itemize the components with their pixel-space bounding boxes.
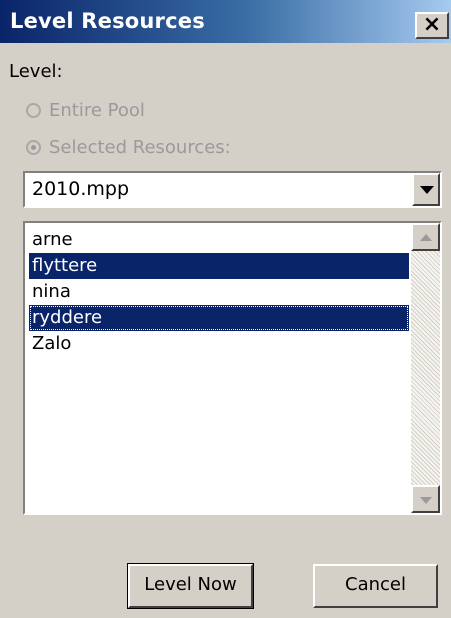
close-button[interactable]: × bbox=[415, 12, 449, 39]
scroll-up-button[interactable] bbox=[411, 223, 440, 251]
level-label: Level: bbox=[9, 61, 63, 82]
radio-selected-resources-label: Selected Resources: bbox=[49, 136, 231, 158]
title-bar: Level Resources × bbox=[0, 0, 451, 43]
project-dropdown[interactable]: 2010.mpp bbox=[23, 171, 442, 208]
dropdown-button[interactable] bbox=[412, 173, 440, 206]
window-title: Level Resources bbox=[10, 9, 205, 33]
list-item[interactable]: Zalo bbox=[29, 331, 409, 357]
radio-dot-icon bbox=[31, 144, 36, 150]
vertical-scrollbar[interactable] bbox=[411, 223, 440, 513]
arrow-up-icon bbox=[420, 234, 432, 241]
resources-list: arne flyttere nina ryddere Zalo bbox=[29, 227, 409, 357]
radio-button-icon bbox=[26, 102, 41, 118]
list-item[interactable]: nina bbox=[29, 279, 409, 305]
list-item[interactable]: ryddere bbox=[29, 305, 409, 331]
radio-selected-resources[interactable]: Selected Resources: bbox=[26, 134, 231, 160]
level-now-button[interactable]: Level Now bbox=[127, 563, 254, 609]
cancel-button[interactable]: Cancel bbox=[313, 564, 438, 608]
list-item[interactable]: flyttere bbox=[29, 253, 409, 279]
scroll-down-button[interactable] bbox=[411, 485, 440, 513]
arrow-down-icon bbox=[420, 497, 432, 504]
close-icon: × bbox=[422, 12, 442, 37]
radio-button-selected-icon bbox=[26, 139, 41, 155]
list-item[interactable]: arne bbox=[29, 227, 409, 253]
project-dropdown-value: 2010.mpp bbox=[32, 178, 130, 200]
resources-listbox[interactable]: arne flyttere nina ryddere Zalo bbox=[23, 221, 442, 515]
radio-entire-pool-label: Entire Pool bbox=[49, 99, 145, 121]
chevron-down-icon bbox=[420, 186, 434, 194]
radio-entire-pool[interactable]: Entire Pool bbox=[26, 97, 145, 123]
